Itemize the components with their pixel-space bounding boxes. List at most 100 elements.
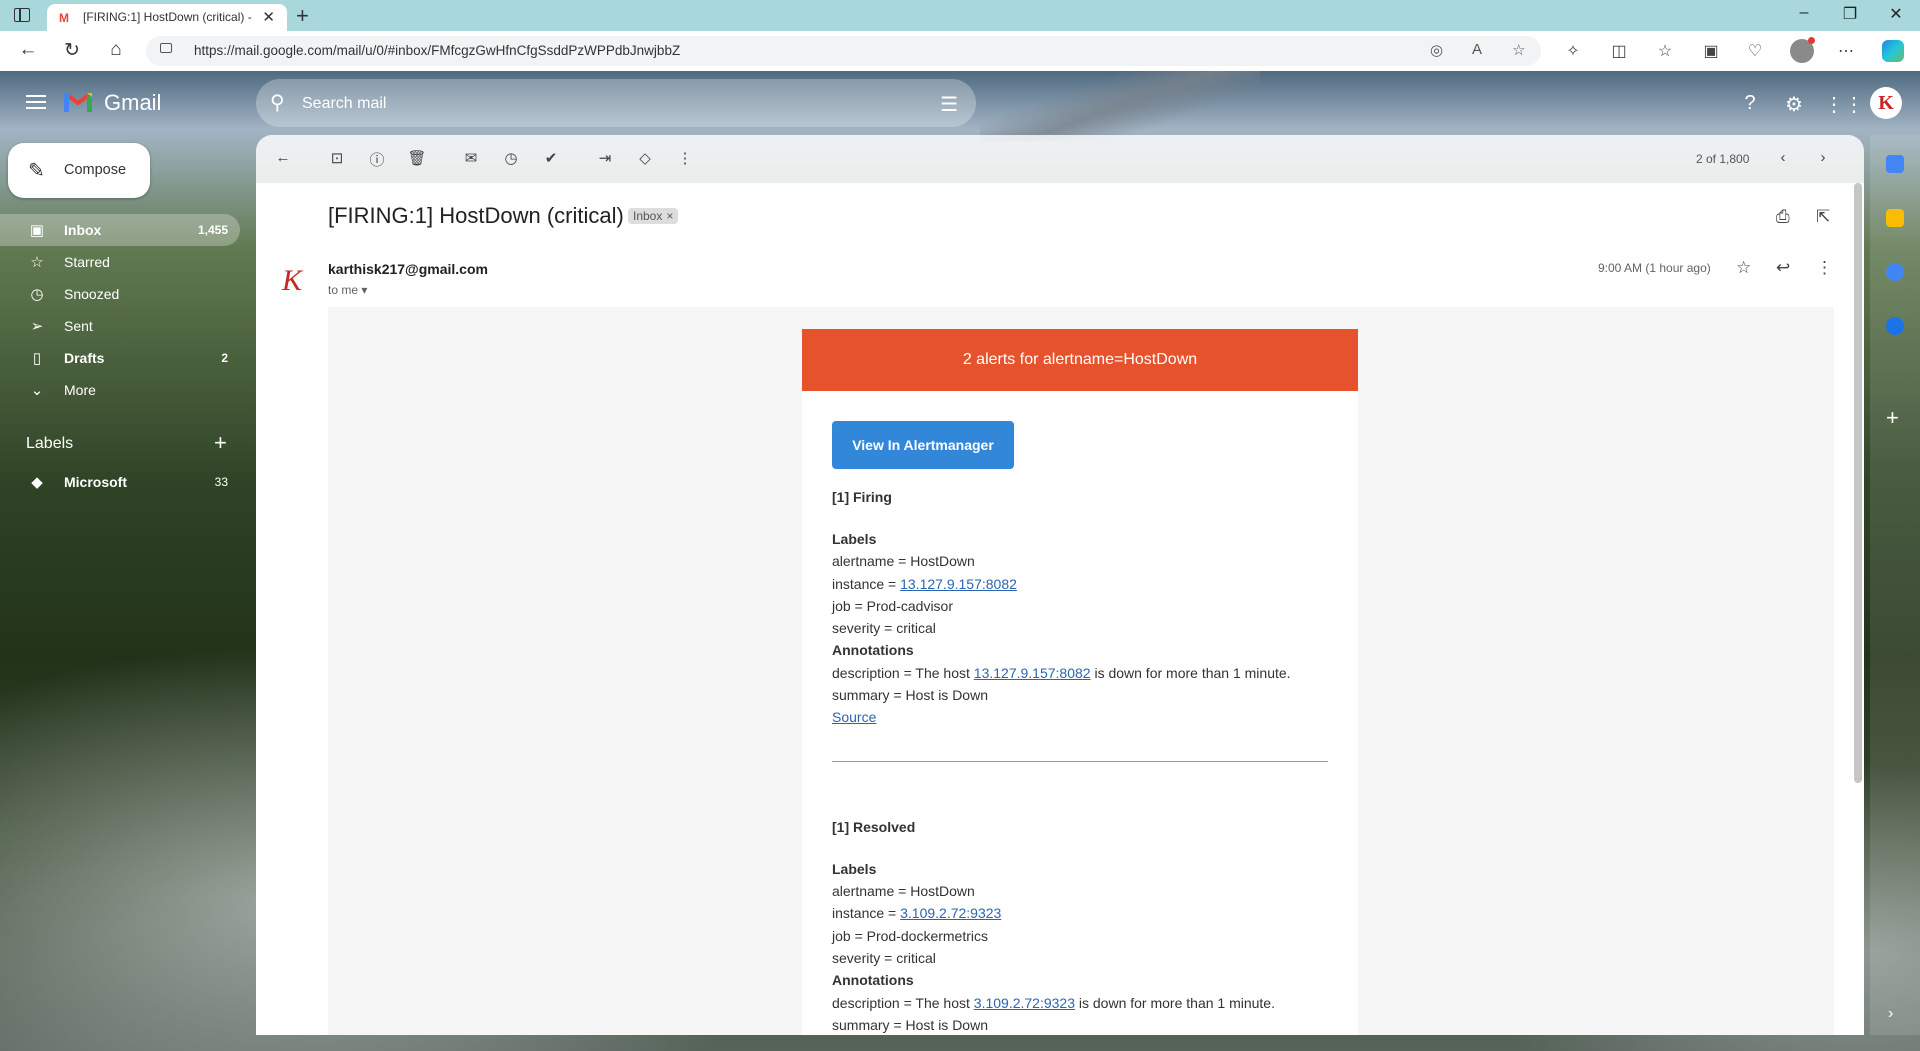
sidebar-item-label: Microsoft: [64, 474, 127, 490]
recipient-toggle[interactable]: to me ▾: [328, 283, 367, 297]
mark-unread-icon[interactable]: ✉: [460, 149, 482, 167]
sidebar-item-label: Drafts: [64, 350, 105, 366]
label-icon[interactable]: ◇: [634, 149, 656, 167]
snooze-icon[interactable]: ◷: [500, 149, 522, 167]
sidebar-item-drafts[interactable]: ▯ Drafts 2: [0, 342, 240, 374]
older-message-icon[interactable]: ›: [1812, 149, 1834, 166]
open-new-window-icon[interactable]: ⇱: [1816, 207, 1830, 227]
sender-email[interactable]: karthisk217@gmail.com: [328, 261, 488, 277]
unread-count: 1,455: [197, 223, 228, 237]
settings-gear-icon[interactable]: ⚙: [1780, 92, 1808, 117]
label-count: 33: [214, 475, 228, 489]
search-input[interactable]: [300, 79, 904, 129]
read-aloud-icon[interactable]: A: [1472, 41, 1482, 58]
close-tab-icon[interactable]: ✕: [262, 8, 275, 26]
firing-instance-link[interactable]: 13.127.9.157:8082: [900, 576, 1017, 592]
favorites-icon[interactable]: ☆: [1654, 41, 1676, 61]
new-tab-icon[interactable]: +: [296, 3, 309, 29]
alert-banner: 2 alerts for alertname=HostDown: [802, 329, 1358, 391]
sidebar-item-more[interactable]: ⌄ More: [0, 374, 240, 406]
firing-instance: instance = 13.127.9.157:8082: [832, 576, 1017, 592]
help-icon[interactable]: ?: [1736, 92, 1764, 115]
collections-icon[interactable]: ▣: [1700, 41, 1722, 61]
back-icon[interactable]: ←: [16, 39, 40, 61]
resolved-summary: summary = Host is Down: [832, 1017, 988, 1033]
report-spam-icon[interactable]: ⓘ: [366, 149, 388, 170]
side-panel: + ›: [1870, 135, 1920, 1035]
sidebar-item-inbox[interactable]: ▣ Inbox 1,455: [0, 214, 240, 246]
more-options-icon[interactable]: ⋯: [1835, 41, 1857, 61]
split-screen-icon[interactable]: ◫: [1608, 41, 1630, 61]
tasks-icon[interactable]: [1886, 263, 1904, 281]
tab-title: [FIRING:1] HostDown (critical) - k: [83, 10, 255, 24]
tab-actions-icon[interactable]: [14, 8, 30, 22]
home-icon[interactable]: ⌂: [104, 39, 128, 61]
browser-essentials-icon[interactable]: ♡: [1744, 41, 1766, 61]
sidebar-item-label: Sent: [64, 318, 93, 334]
sender-avatar[interactable]: K: [272, 261, 312, 301]
message-subject: [FIRING:1] HostDown (critical): [328, 203, 624, 228]
remove-label-icon[interactable]: ×: [666, 209, 673, 223]
resolved-job: job = Prod-dockermetrics: [832, 928, 989, 944]
restore-icon[interactable]: ❐: [1830, 4, 1870, 24]
back-to-inbox-icon[interactable]: ←: [272, 149, 294, 166]
alert-card: View In Alertmanager [1] Firing Labels a…: [802, 391, 1358, 1035]
account-avatar[interactable]: K: [1870, 87, 1902, 119]
sidebar-item-sent[interactable]: ➢ Sent: [0, 310, 240, 342]
copilot-icon[interactable]: [1882, 40, 1904, 62]
keep-icon[interactable]: [1886, 209, 1904, 227]
print-icon[interactable]: ⎙: [1776, 207, 1790, 227]
resolved-heading: [1] Resolved: [832, 819, 916, 835]
firing-description-link[interactable]: 13.127.9.157:8082: [974, 665, 1091, 681]
favorite-star-icon[interactable]: ☆: [1512, 41, 1525, 59]
scrollbar[interactable]: [1854, 183, 1862, 783]
gmail-wordmark: Gmail: [104, 90, 162, 115]
reader-view-icon[interactable]: ◎: [1430, 41, 1443, 59]
source-link[interactable]: Source: [832, 709, 876, 725]
add-to-tasks-icon[interactable]: ✔: [540, 149, 562, 167]
url-text: https://mail.google.com/mail/u/0/#inbox/…: [194, 43, 681, 58]
add-label-icon[interactable]: +: [214, 430, 227, 456]
resolved-instance: instance = 3.109.2.72:9323: [832, 905, 1002, 921]
star-icon[interactable]: ☆: [1736, 258, 1751, 278]
more-actions-icon[interactable]: ⋮: [674, 149, 696, 167]
message-view: [FIRING:1] HostDown (critical) Inbox × ⎙ …: [256, 183, 1864, 1035]
more-options-icon[interactable]: ⋮: [1816, 258, 1833, 278]
move-to-icon[interactable]: ⇥: [594, 149, 616, 167]
resolved-description-link[interactable]: 3.109.2.72:9323: [974, 995, 1075, 1011]
contacts-icon[interactable]: [1886, 317, 1904, 335]
newer-message-icon[interactable]: ‹: [1772, 149, 1794, 166]
refresh-icon[interactable]: ↻: [60, 39, 84, 62]
minimize-icon[interactable]: –: [1784, 4, 1824, 22]
sidebar-label-microsoft[interactable]: ◆ Microsoft 33: [0, 466, 240, 498]
address-bar: ← ↻ ⌂ https://mail.google.com/mail/u/0/#…: [0, 31, 1920, 72]
close-window-icon[interactable]: ✕: [1876, 4, 1916, 24]
pager-count: 2 of 1,800: [1696, 152, 1750, 166]
resolved-alertname: alertname = HostDown: [832, 883, 975, 899]
calendar-icon[interactable]: [1886, 155, 1904, 173]
delete-icon[interactable]: 🗑: [406, 149, 428, 167]
get-addons-icon[interactable]: +: [1886, 405, 1899, 431]
archive-icon[interactable]: ⊡: [326, 149, 348, 167]
search-icon[interactable]: ⚲: [270, 90, 285, 115]
reply-icon[interactable]: ↩: [1776, 258, 1790, 278]
extensions-icon[interactable]: ✧: [1562, 41, 1584, 61]
main-menu-icon[interactable]: [26, 95, 46, 109]
inbox-label-chip[interactable]: Inbox ×: [628, 208, 679, 224]
compose-label: Compose: [64, 162, 127, 178]
search-options-icon[interactable]: ☰: [940, 92, 958, 117]
sidebar-item-snoozed[interactable]: ◷ Snoozed: [0, 278, 240, 310]
view-in-alertmanager-button[interactable]: View In Alertmanager: [832, 421, 1014, 469]
label-tag-icon: ◆: [31, 474, 43, 491]
show-side-panel-icon[interactable]: ›: [1888, 1005, 1893, 1023]
url-field[interactable]: https://mail.google.com/mail/u/0/#inbox/…: [146, 36, 1541, 66]
resolved-instance-link[interactable]: 3.109.2.72:9323: [900, 905, 1001, 921]
firing-alertname: alertname = HostDown: [832, 553, 975, 569]
drafts-count: 2: [221, 351, 228, 365]
browser-tab-bar: M [FIRING:1] HostDown (critical) - k ✕ +…: [0, 0, 1920, 31]
apps-grid-icon[interactable]: ⋮⋮: [1824, 92, 1864, 117]
browser-tab[interactable]: M [FIRING:1] HostDown (critical) - k ✕: [47, 4, 287, 31]
sidebar-item-starred[interactable]: ☆ Starred: [0, 246, 240, 278]
resolved-labels-heading: Labels: [832, 861, 877, 877]
compose-button[interactable]: ✎ Compose: [8, 143, 150, 198]
